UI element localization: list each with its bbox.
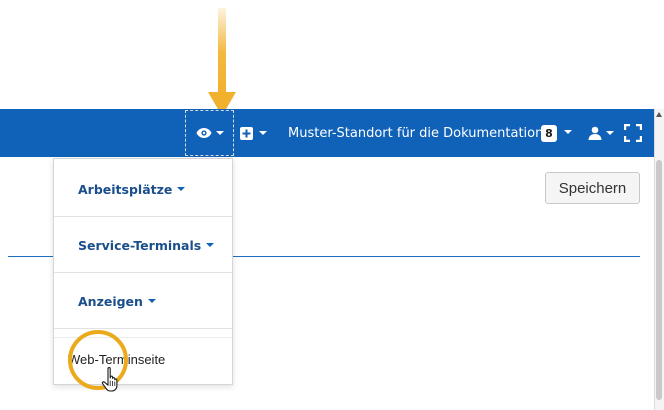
callout-down-arrow-icon xyxy=(208,8,236,116)
chevron-down-icon xyxy=(177,187,186,191)
fullscreen-icon xyxy=(624,124,642,142)
menu-item-service-terminals[interactable]: Service-Terminals xyxy=(54,217,232,273)
location-selector[interactable]: Muster-Standort für die Dokumentation xyxy=(288,109,543,157)
chevron-down-icon xyxy=(215,131,224,135)
eye-icon xyxy=(196,128,211,138)
menu-item-label: Arbeitsplätze xyxy=(78,181,173,197)
hand-pointer-icon xyxy=(101,367,118,392)
notification-badge[interactable]: 8 xyxy=(541,125,557,142)
chevron-down-icon[interactable] xyxy=(564,130,572,134)
menu-item-anzeigen[interactable]: Anzeigen xyxy=(54,273,232,329)
menu-item-label: Service-Terminals xyxy=(78,237,202,253)
user-menu-button[interactable] xyxy=(588,109,614,157)
view-dropdown-menu: Arbeitsplätze Service-Terminals Anzeigen… xyxy=(53,158,233,385)
web-terminseite-link[interactable]: Web-Terminseite xyxy=(68,352,165,367)
add-menu-button[interactable] xyxy=(240,109,276,157)
menu-item-arbeitsplaetze[interactable]: Arbeitsplätze xyxy=(54,161,232,217)
scroll-up-arrow-icon[interactable] xyxy=(656,112,662,117)
top-navbar: Muster-Standort für die Dokumentation 8 xyxy=(0,109,654,157)
user-icon xyxy=(588,126,602,140)
chevron-down-icon xyxy=(606,131,614,135)
save-button[interactable]: Speichern xyxy=(545,172,640,204)
chevron-down-icon xyxy=(259,131,267,135)
fullscreen-button[interactable] xyxy=(624,109,642,157)
menu-divider xyxy=(54,328,232,329)
scrollbar-thumb[interactable] xyxy=(656,160,662,400)
chevron-down-icon xyxy=(147,299,156,303)
menu-item-label: Anzeigen xyxy=(78,293,143,309)
menu-divider xyxy=(54,337,232,338)
chevron-down-icon xyxy=(206,243,215,247)
view-menu-button[interactable] xyxy=(185,110,234,156)
plus-square-icon xyxy=(240,126,253,140)
